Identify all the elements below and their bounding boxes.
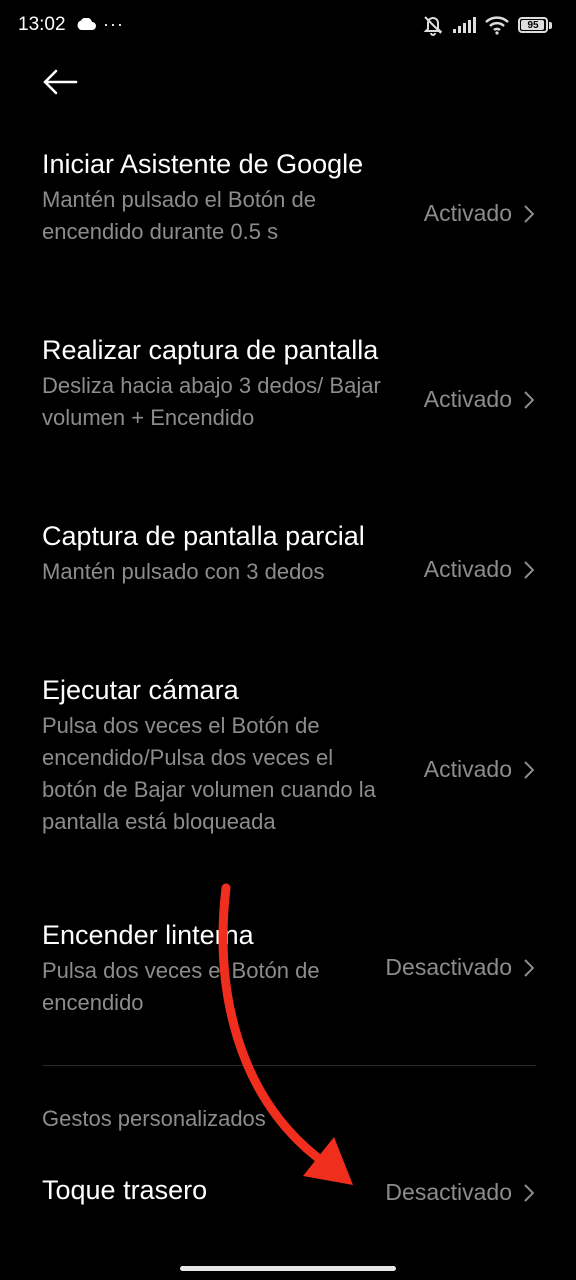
row-title: Encender linterna [42, 920, 254, 950]
row-title: Iniciar Asistente de Google [42, 149, 364, 179]
row-value-label: Activado [423, 200, 512, 226]
battery-tip [549, 21, 552, 29]
bell-off-icon [423, 16, 443, 36]
row-text: Encender linterna Pulsa dos veces el Bot… [42, 917, 352, 1019]
row-subtitle: Pulsa dos veces el Botón de encendido [42, 958, 320, 1015]
chevron-right-icon [524, 204, 534, 223]
setting-row-partial-screenshot[interactable]: Captura de pantalla parcial Mantén pulsa… [42, 518, 542, 628]
row-value-label: Desactivado [385, 954, 512, 980]
row-value: Desactivado [385, 1179, 534, 1206]
arrow-left-icon [43, 69, 78, 95]
setting-row-google-assistant[interactable]: Iniciar Asistente de Google Mantén pulsa… [42, 146, 542, 286]
section-header-custom-gestures: Gestos personalizados [42, 1106, 266, 1131]
row-value-label: Activado [423, 756, 512, 782]
row-text: Ejecutar cámara Pulsa dos veces el Botón… [42, 672, 392, 838]
chevron-right-icon [524, 958, 534, 977]
battery-icon: 95 [518, 17, 552, 33]
row-value: Desactivado [385, 954, 534, 981]
status-time: 13:02 [18, 14, 66, 35]
chevron-right-icon [524, 390, 534, 409]
row-text: Iniciar Asistente de Google Mantén pulsa… [42, 146, 392, 248]
row-subtitle: Desliza hacia abajo 3 dedos/ Bajar volum… [42, 373, 381, 430]
row-subtitle: Mantén pulsado el Botón de encendido dur… [42, 187, 316, 244]
row-title: Ejecutar cámara [42, 675, 239, 705]
chevron-right-icon [524, 560, 534, 579]
row-title: Realizar captura de pantalla [42, 335, 379, 365]
row-value-label: Activado [423, 556, 512, 582]
setting-row-flashlight[interactable]: Encender linterna Pulsa dos veces el Bot… [42, 917, 542, 1027]
setting-row-screenshot[interactable]: Realizar captura de pantalla Desliza hac… [42, 332, 542, 472]
row-value: Activado [424, 756, 534, 783]
row-text: Realizar captura de pantalla Desliza hac… [42, 332, 392, 434]
battery-body: 95 [518, 17, 548, 33]
row-value: Activado [424, 200, 534, 227]
setting-row-launch-camera[interactable]: Ejecutar cámara Pulsa dos veces el Botón… [42, 672, 542, 872]
row-text: Captura de pantalla parcial Mantén pulsa… [42, 518, 402, 588]
cloud-icon [77, 18, 96, 30]
row-value: Activado [424, 386, 534, 413]
home-indicator[interactable] [180, 1266, 396, 1271]
row-value-label: Activado [423, 386, 512, 412]
back-button[interactable] [38, 62, 82, 102]
chevron-right-icon [524, 1183, 534, 1202]
status-icons: 95 [422, 14, 552, 36]
signal-icon [453, 17, 476, 33]
chevron-right-icon [524, 760, 534, 779]
row-value: Activado [424, 556, 534, 583]
row-subtitle: Mantén pulsado con 3 dedos [42, 559, 325, 584]
section-divider [42, 1065, 536, 1066]
status-bar: 13:02 ··· 95 [0, 0, 576, 52]
battery-level: 95 [527, 19, 539, 31]
row-value-label: Desactivado [385, 1179, 512, 1205]
row-subtitle: Pulsa dos veces el Botón de encendido/Pu… [42, 713, 376, 834]
setting-row-back-tap[interactable]: Toque trasero Desactivado [42, 1172, 542, 1218]
more-notifications-icon: ··· [103, 14, 124, 34]
wifi-icon [485, 16, 509, 35]
row-title: Captura de pantalla parcial [42, 521, 365, 551]
